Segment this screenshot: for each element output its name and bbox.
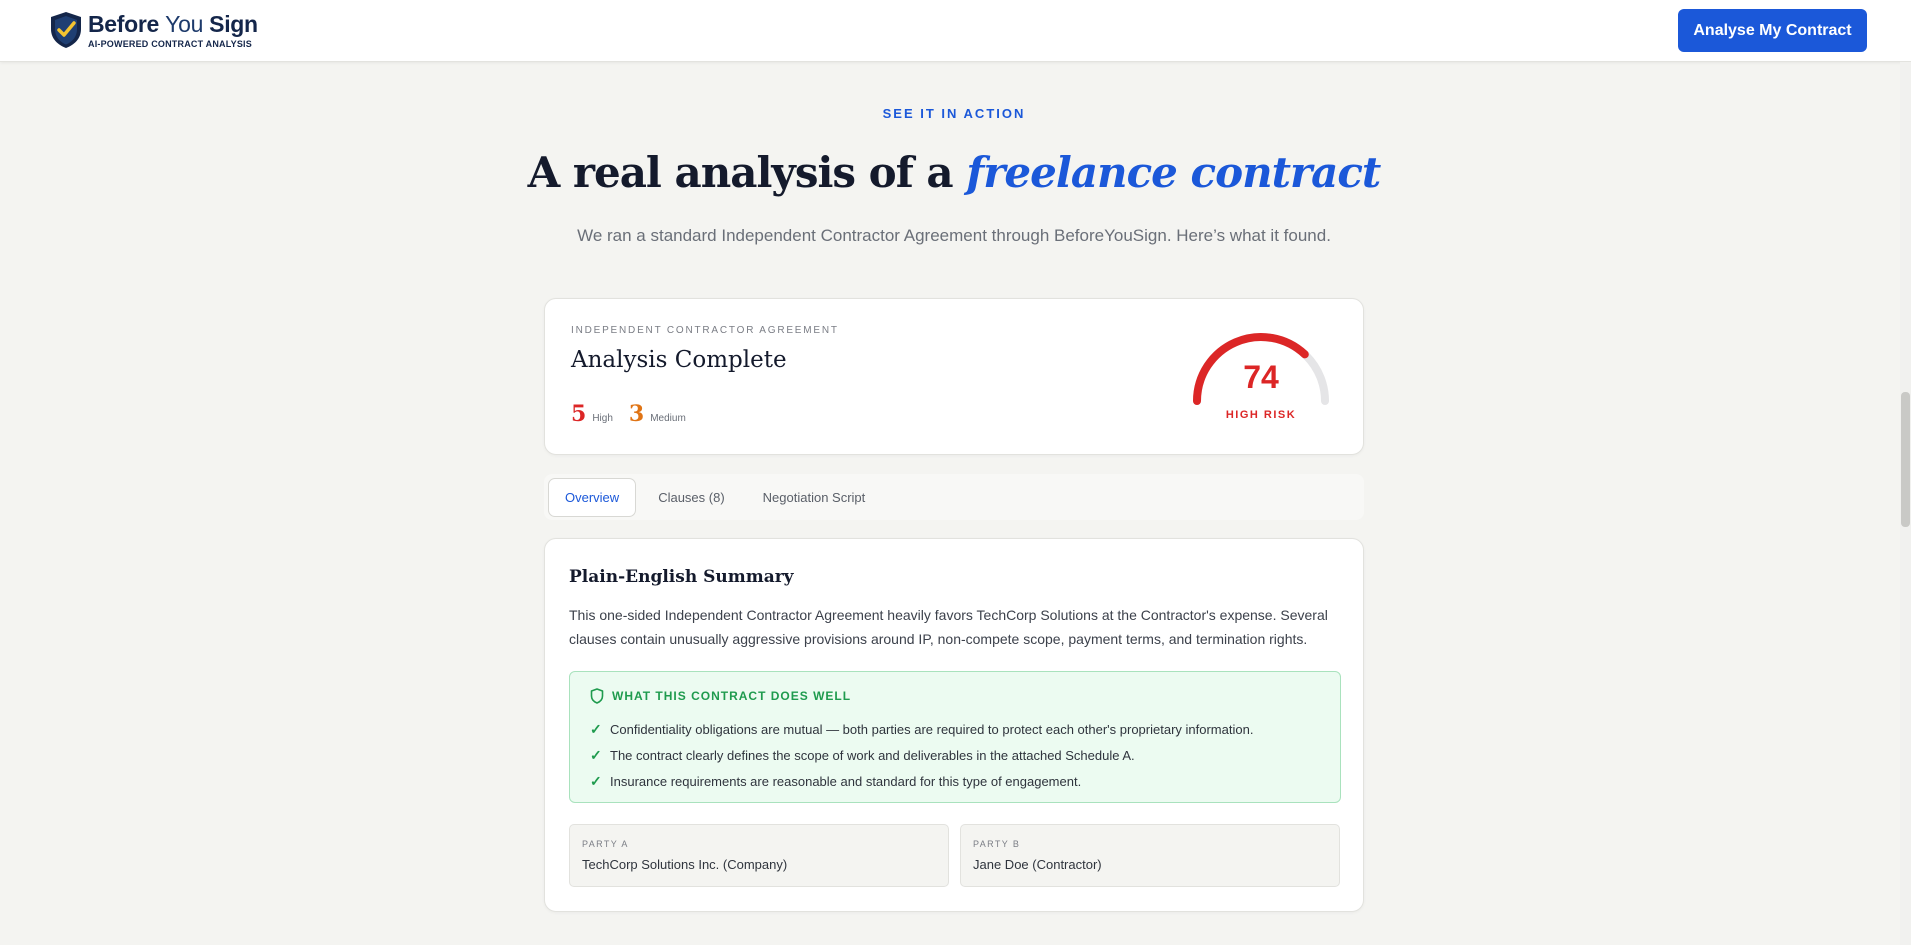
risk-level-label: HIGH RISK bbox=[1225, 409, 1297, 421]
risk-gauge: 74 HIGH RISK bbox=[1187, 329, 1335, 429]
high-count-label: High bbox=[592, 413, 613, 424]
analysis-result-card: INDEPENDENT CONTRACTOR AGREEMENT Analysi… bbox=[544, 298, 1364, 455]
medium-risk-count: 3 Medium bbox=[629, 401, 686, 427]
section-eyebrow: SEE IT IN ACTION bbox=[882, 106, 1026, 121]
strength-text: Confidentiality obligations are mutual —… bbox=[610, 721, 1254, 737]
strength-text: The contract clearly defines the scope o… bbox=[610, 747, 1135, 763]
headline-plain: A real analysis of a bbox=[527, 148, 967, 197]
strengths-title: WHAT THIS CONTRACT DOES WELL bbox=[612, 689, 852, 703]
brand-name-part: Before bbox=[88, 11, 160, 37]
check-icon: ✓ bbox=[590, 720, 602, 737]
tab-overview[interactable]: Overview bbox=[548, 477, 637, 517]
high-count-value: 5 bbox=[571, 401, 587, 427]
brand-name-part: Sign bbox=[209, 11, 258, 37]
high-risk-count: 5 High bbox=[571, 401, 613, 427]
strengths-list: ✓ Confidentiality obligations are mutual… bbox=[590, 716, 1253, 794]
party-b-label: PARTY B bbox=[973, 839, 1021, 849]
summary-text: This one-sided Independent Contractor Ag… bbox=[569, 607, 1328, 647]
strengths-header: WHAT THIS CONTRACT DOES WELL bbox=[590, 688, 851, 704]
party-a-label: PARTY A bbox=[582, 839, 629, 849]
party-b-box: PARTY B Jane Doe (Contractor) bbox=[960, 824, 1340, 887]
overview-panel: Plain-English Summary This one-sided Ind… bbox=[544, 538, 1364, 912]
analysis-title: Analysis Complete bbox=[571, 347, 787, 373]
party-a-box: PARTY A TechCorp Solutions Inc. (Company… bbox=[569, 824, 949, 887]
result-tabs: Overview Clauses (8) Negotiation Script bbox=[544, 474, 1364, 520]
risk-score: 74 bbox=[1243, 359, 1279, 395]
list-item: ✓ Confidentiality obligations are mutual… bbox=[590, 716, 1253, 742]
list-item: ✓ The contract clearly defines the scope… bbox=[590, 742, 1253, 768]
document-type-label: INDEPENDENT CONTRACTOR AGREEMENT bbox=[571, 325, 839, 336]
strengths-box: WHAT THIS CONTRACT DOES WELL ✓ Confident… bbox=[569, 671, 1341, 803]
medium-count-label: Medium bbox=[650, 413, 686, 424]
brand-tagline: AI-POWERED CONTRACT ANALYSIS bbox=[88, 39, 252, 49]
analyse-contract-button[interactable]: Analyse My Contract bbox=[1678, 9, 1867, 52]
tab-negotiation-script[interactable]: Negotiation Script bbox=[747, 478, 882, 517]
tab-clauses[interactable]: Clauses (8) bbox=[642, 478, 740, 517]
party-b-value: Jane Doe (Contractor) bbox=[973, 857, 1102, 872]
brand-name: Before You Sign bbox=[88, 11, 258, 37]
shield-check-icon bbox=[51, 12, 81, 48]
brand-name-part: You bbox=[165, 11, 204, 37]
page-headline: A real analysis of a freelance contract bbox=[0, 148, 1908, 197]
page-subtitle: We ran a standard Independent Contractor… bbox=[577, 226, 1331, 245]
risk-counts: 5 High 3 Medium bbox=[571, 401, 686, 427]
summary-heading: Plain-English Summary bbox=[569, 567, 794, 587]
top-nav-bar: Before You Sign AI-POWERED CONTRACT ANAL… bbox=[0, 0, 1911, 62]
check-icon: ✓ bbox=[590, 746, 602, 763]
list-item: ✓ Insurance requirements are reasonable … bbox=[590, 768, 1253, 794]
party-a-value: TechCorp Solutions Inc. (Company) bbox=[582, 857, 788, 872]
check-icon: ✓ bbox=[590, 772, 602, 789]
strength-text: Insurance requirements are reasonable an… bbox=[610, 773, 1082, 789]
scrollbar-thumb[interactable] bbox=[1901, 392, 1910, 527]
shield-icon bbox=[590, 688, 604, 704]
brand-logo[interactable]: Before You Sign AI-POWERED CONTRACT ANAL… bbox=[48, 10, 258, 50]
headline-accent: freelance contract bbox=[966, 148, 1381, 197]
medium-count-value: 3 bbox=[628, 401, 645, 427]
